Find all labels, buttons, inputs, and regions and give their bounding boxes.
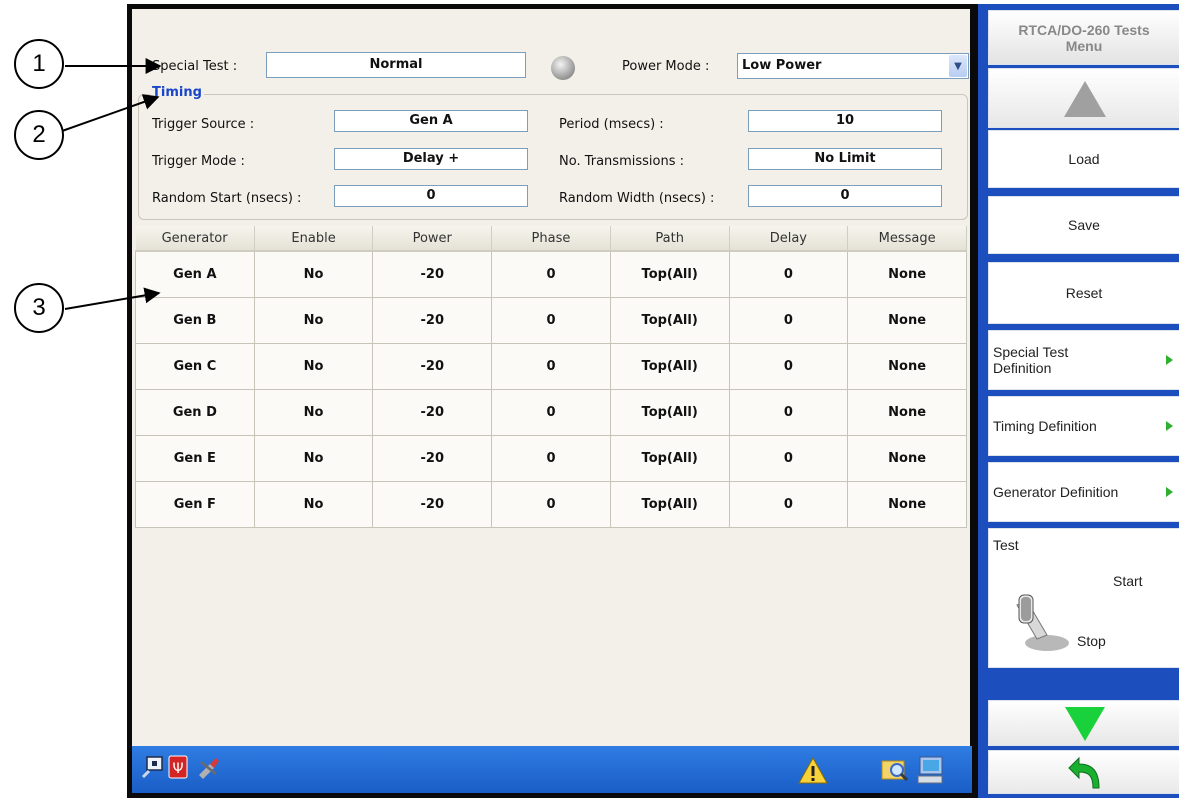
callout-arrows xyxy=(61,58,162,310)
callout-arrow-2 xyxy=(61,94,160,132)
callout-arrow-3 xyxy=(64,287,161,310)
